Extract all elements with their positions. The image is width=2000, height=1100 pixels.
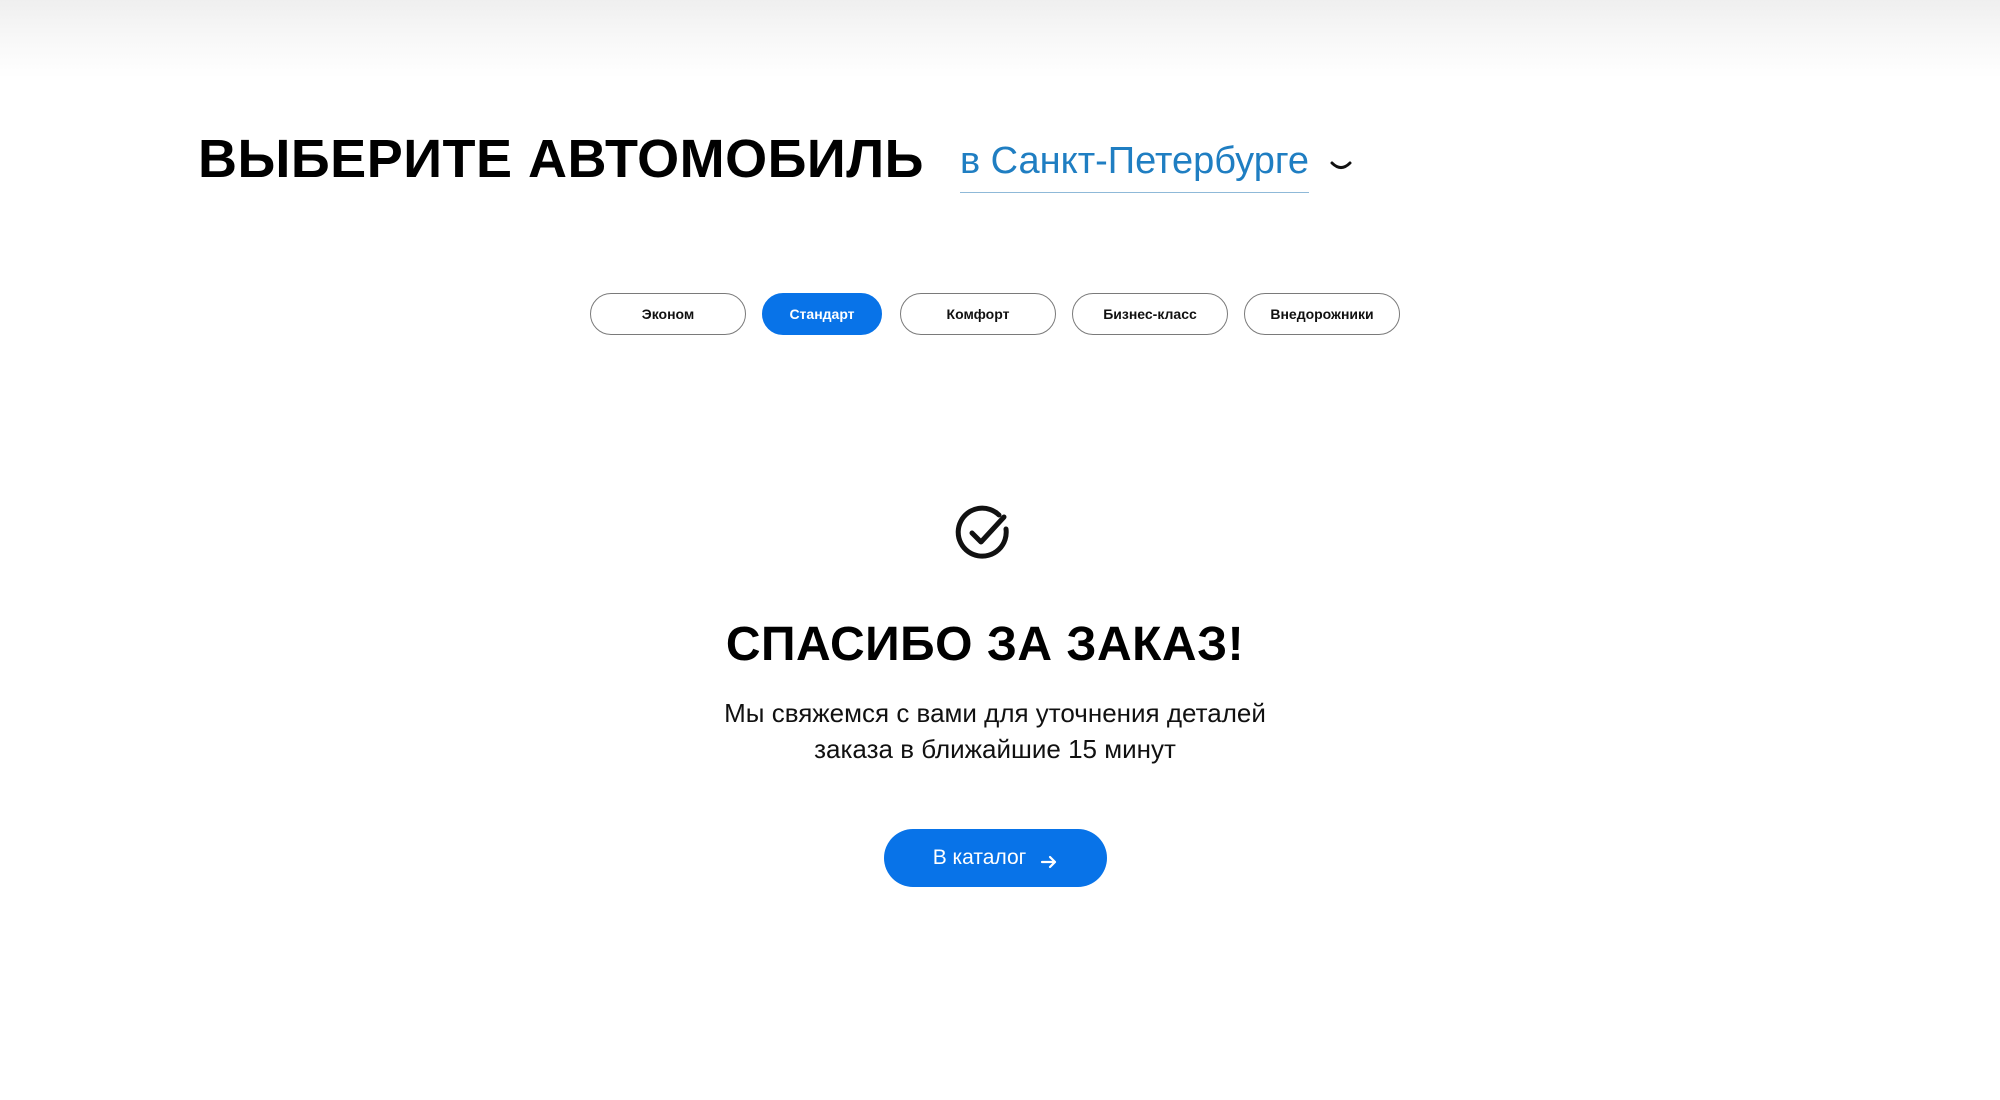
- tab-econom[interactable]: Эконом: [590, 293, 746, 335]
- city-select[interactable]: в Санкт-Петербурге: [959, 124, 1353, 193]
- tab-comfort[interactable]: Комфорт: [900, 293, 1056, 335]
- chevron-down-icon[interactable]: [1329, 159, 1353, 173]
- top-shade: [0, 0, 2000, 78]
- tab-suv[interactable]: Внедорожники: [1244, 293, 1400, 335]
- arrow-right-icon: [1040, 851, 1058, 869]
- check-circle-icon: [955, 505, 1011, 561]
- city-select-label[interactable]: в Санкт-Петербурге: [959, 136, 1310, 193]
- catalog-button-label: В каталог: [932, 846, 1027, 869]
- thanks-title: СПАСИБО ЗА ЗАКАЗ!: [725, 618, 1245, 671]
- page-title: ВЫБЕРИТЕ АВТОМОБИЛЬ: [198, 128, 924, 189]
- tab-business[interactable]: Бизнес-класс: [1072, 293, 1228, 335]
- thanks-text: Мы свяжемся с вами для уточнения деталей…: [0, 695, 1990, 767]
- header: ВЫБЕРИТЕ АВТОМОБИЛЬ в Санкт-Петербурге: [198, 124, 1353, 193]
- car-class-tabs: Эконом Стандарт Комфорт Бизнес-класс Вне…: [590, 293, 1400, 335]
- tab-standard[interactable]: Стандарт: [762, 293, 882, 335]
- catalog-button[interactable]: В каталог: [884, 829, 1107, 887]
- thanks-text-line: Мы свяжемся с вами для уточнения деталей: [724, 698, 1266, 728]
- thanks-text-line: заказа в ближайшие 15 минут: [814, 734, 1176, 764]
